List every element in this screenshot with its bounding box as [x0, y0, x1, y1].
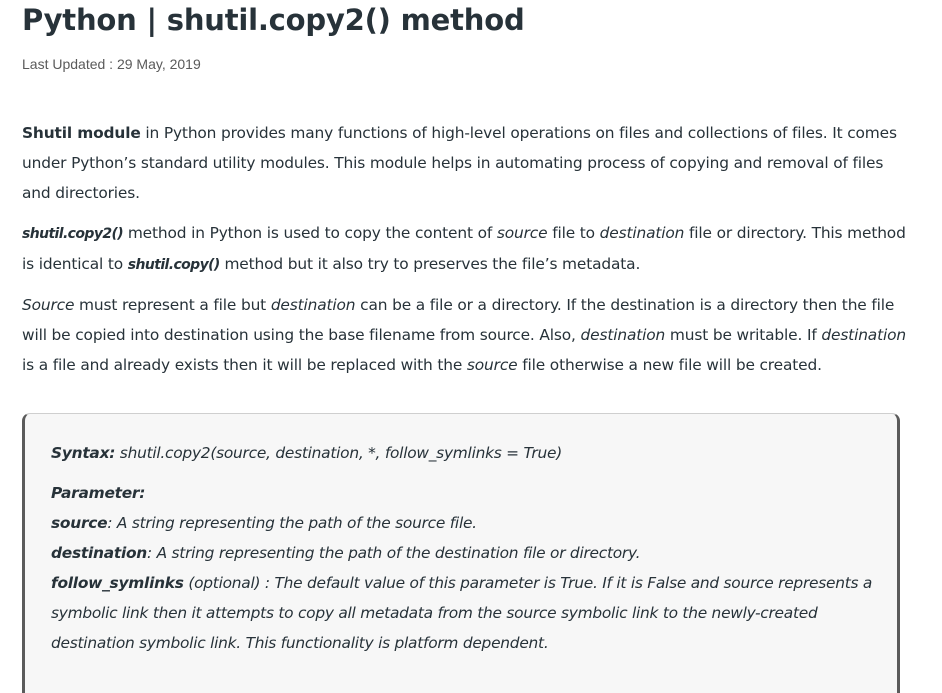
p3-destination-term-3: destination — [821, 326, 906, 344]
page-title: Python | shutil.copy2() method — [22, 3, 525, 37]
p3-destination-term-2: destination — [580, 326, 666, 344]
param-source-name: source — [51, 514, 108, 532]
intro-text: in Python provides many functions of hig… — [22, 124, 897, 202]
copy2-code-ref: shutil.copy2() — [22, 226, 124, 242]
p3-text-3: must be writable. If — [665, 326, 822, 344]
last-updated: Last Updated : 29 May, 2019 — [22, 56, 201, 72]
p2-text-1: method in Python is used to copy the con… — [123, 224, 497, 242]
p3-source-term: Source — [22, 296, 75, 314]
article: Python | shutil.copy2() method Last Upda… — [22, 0, 906, 380]
copy2-description-paragraph: shutil.copy2() method in Python is used … — [22, 218, 906, 280]
p3-text-4: is a file and already exists then it wil… — [22, 356, 467, 374]
p3-source-term-2: source — [466, 356, 518, 374]
param-follow-symlinks-name: follow_symlinks — [51, 574, 184, 592]
shutil-module-term: Shutil module — [22, 124, 141, 142]
param-destination: destination: A string representing the p… — [51, 538, 881, 568]
param-follow-symlinks: follow_symlinks (optional) : The default… — [51, 568, 881, 658]
p2-text-4: method but it also try to preserves the … — [219, 255, 641, 273]
p2-source-term: source — [496, 224, 548, 242]
p2-destination-term: destination — [599, 224, 685, 242]
p3-text-1: must represent a file but — [74, 296, 271, 314]
parameter-label: Parameter: — [51, 484, 146, 502]
param-destination-desc: : A string representing the path of the … — [147, 544, 641, 562]
param-source-desc: : A string representing the path of the … — [107, 514, 477, 532]
syntax-box: Syntax: shutil.copy2(source, destination… — [22, 413, 900, 693]
p3-text-5: file otherwise a new file will be create… — [517, 356, 822, 374]
source-destination-paragraph: Source must represent a file but destina… — [22, 290, 906, 380]
p2-text-2: file to — [547, 224, 600, 242]
syntax-signature: shutil.copy2(source, destination, *, fol… — [115, 444, 562, 462]
intro-paragraph: Shutil module in Python provides many fu… — [22, 118, 906, 208]
copy-code-ref: shutil.copy() — [127, 257, 221, 273]
syntax-line: Syntax: shutil.copy2(source, destination… — [51, 438, 881, 468]
p3-destination-term-1: destination — [270, 296, 356, 314]
syntax-box-content: Syntax: shutil.copy2(source, destination… — [51, 438, 881, 658]
param-source: source: A string representing the path o… — [51, 508, 881, 538]
param-destination-name: destination — [51, 544, 148, 562]
syntax-label: Syntax: — [51, 444, 116, 462]
